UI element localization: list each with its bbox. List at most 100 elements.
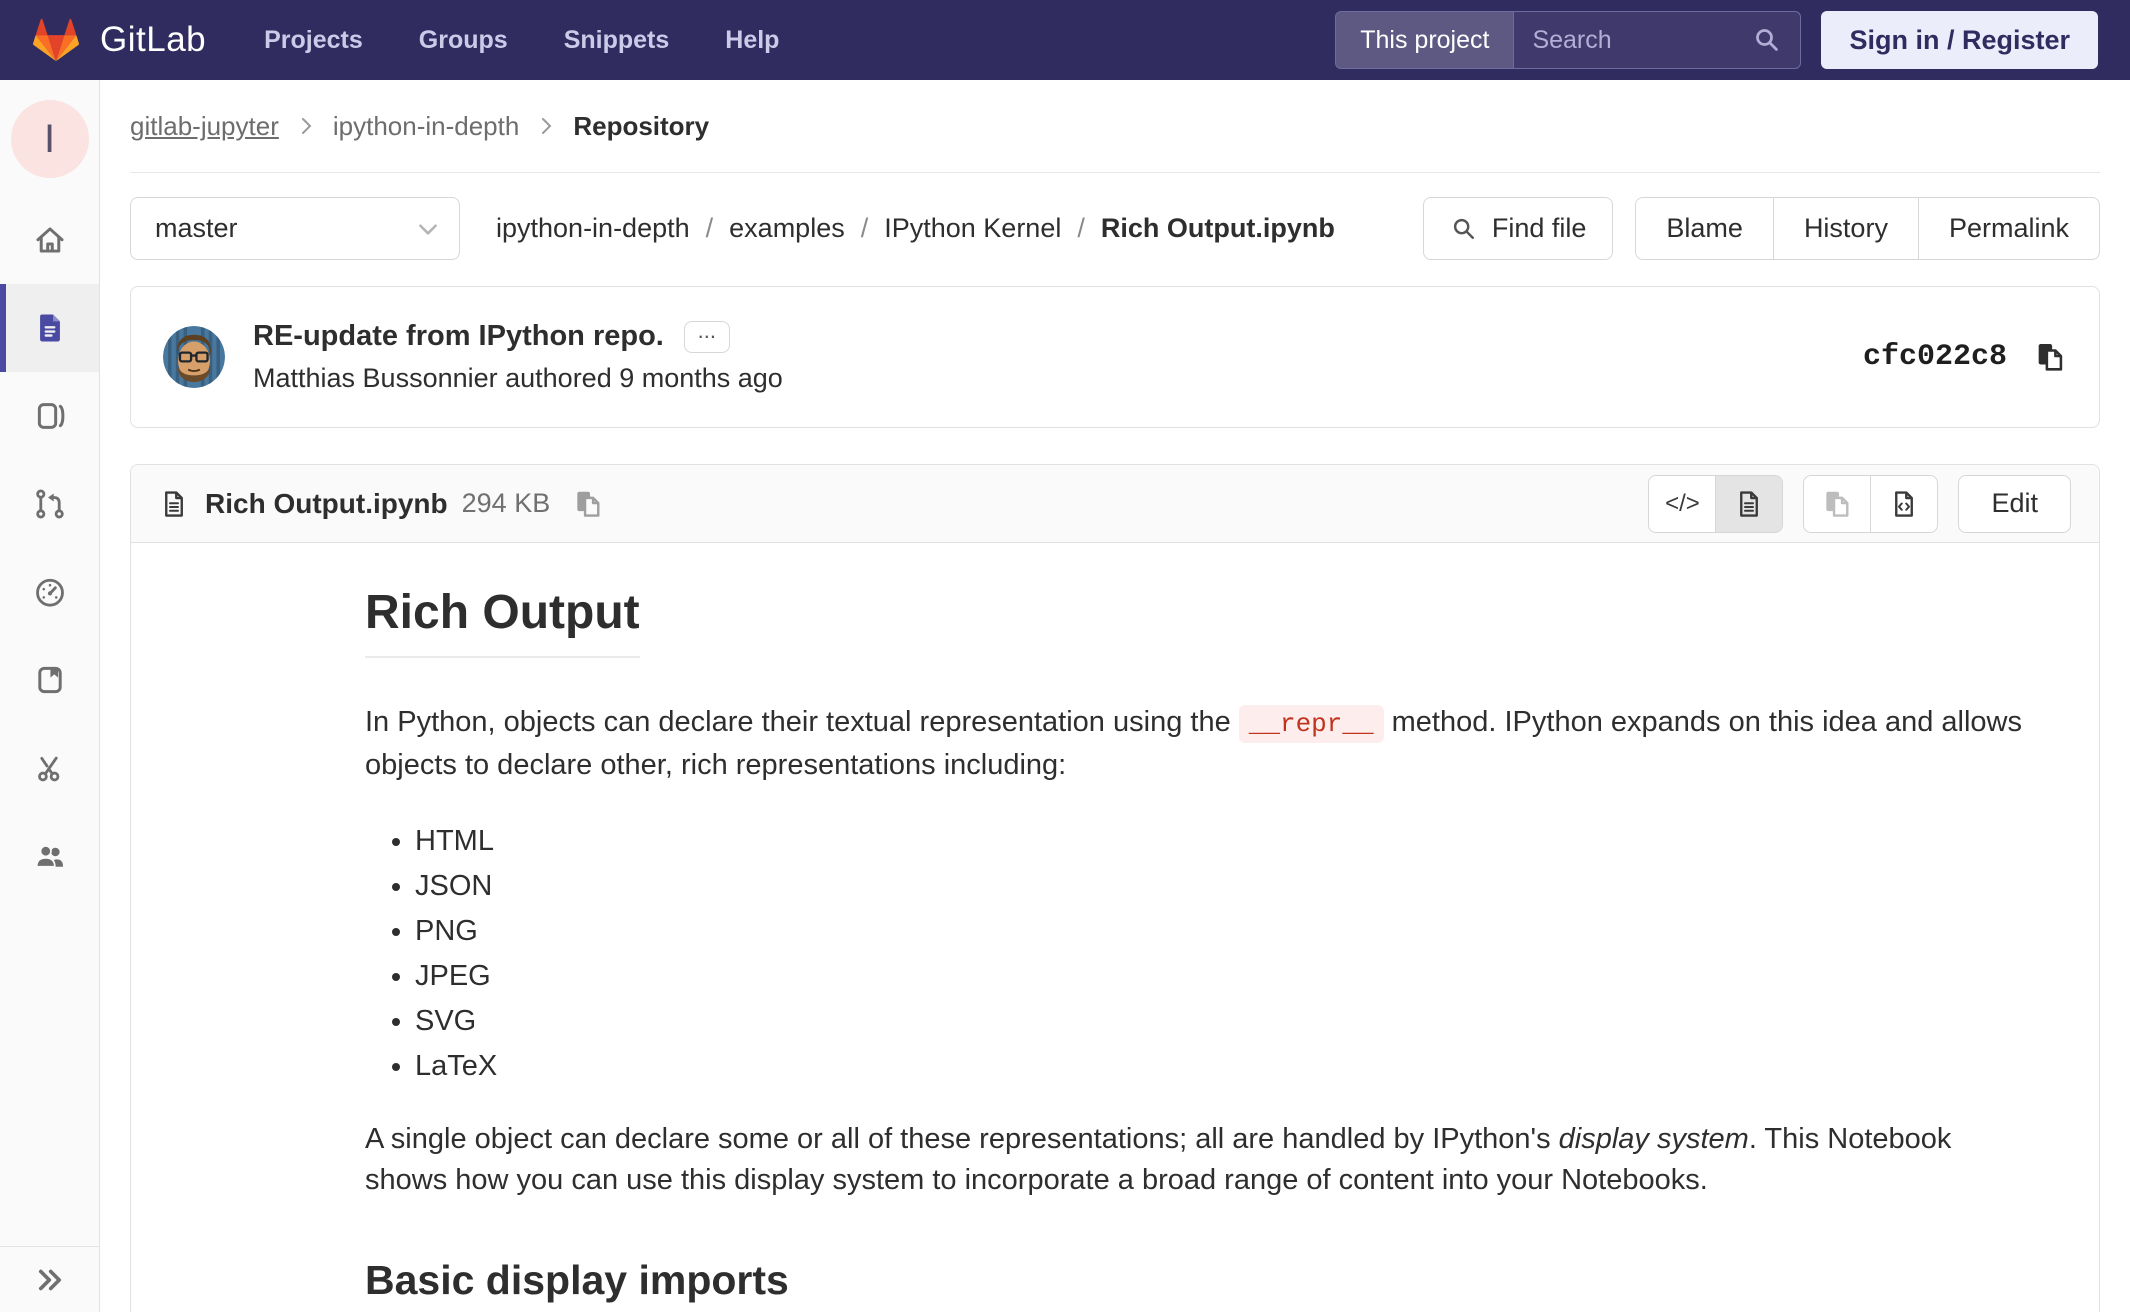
- double-chevron-right-icon: [33, 1263, 67, 1297]
- chevron-right-icon: [537, 113, 555, 139]
- brand-name: GitLab: [100, 20, 207, 59]
- file-path-breadcrumb: ipython-in-depth / examples / IPython Ke…: [496, 213, 1335, 244]
- sidebar-item-members[interactable]: [0, 812, 99, 900]
- chevron-right-icon: [297, 113, 315, 139]
- display-source-button[interactable]: </>: [1648, 474, 1717, 533]
- file-header-actions: </> Edit: [1648, 474, 2071, 533]
- history-button-group: Blame History Permalink: [1635, 197, 2100, 260]
- merge-request-icon: [33, 487, 67, 521]
- breadcrumb-section[interactable]: Repository: [573, 111, 709, 142]
- copy-icon: [2033, 340, 2067, 374]
- commit-sha-link[interactable]: cfc022c8: [1863, 340, 2007, 374]
- file-actions: Find file Blame History Permalink: [1422, 197, 2100, 260]
- copy-icon: [572, 488, 604, 520]
- copy-file-path-button[interactable]: [572, 488, 604, 520]
- branch-selector[interactable]: master: [130, 197, 460, 260]
- notebook-section-title: Basic display imports: [365, 1257, 789, 1312]
- nav-projects[interactable]: Projects: [264, 26, 363, 55]
- nav-snippets[interactable]: Snippets: [564, 26, 670, 55]
- file-icon: [33, 311, 67, 345]
- find-file-label: Find file: [1491, 213, 1587, 243]
- display-rendered-button[interactable]: [1715, 474, 1784, 533]
- list-item: HTML: [415, 824, 2039, 858]
- rendered-file-icon: [1734, 488, 1764, 520]
- emphasis-text: display system: [1558, 1123, 1749, 1155]
- sidebar-item-registry[interactable]: [0, 372, 99, 460]
- project-avatar[interactable]: I: [10, 100, 89, 178]
- file-name: Rich Output.ipynb: [205, 487, 448, 519]
- paragraph-text: In Python, objects can declare their tex…: [365, 706, 1239, 738]
- list-item: JPEG: [415, 959, 2039, 993]
- commit-meta-text: authored 9 months ago: [497, 363, 783, 393]
- commit-author-avatar[interactable]: [163, 326, 225, 388]
- sidebar-item-ci-cd[interactable]: [0, 636, 99, 724]
- path-separator: /: [1077, 213, 1085, 243]
- raw-file-icon: [1889, 488, 1919, 520]
- sidebar-item-project-overview[interactable]: [0, 196, 99, 284]
- breadcrumb: gitlab-jupyter ipython-in-depth Reposito…: [130, 80, 2100, 173]
- scissors-icon: [33, 751, 67, 785]
- blame-button[interactable]: Blame: [1635, 197, 1774, 260]
- file-navigation-row: master ipython-in-depth / examples / IPy…: [130, 197, 2100, 260]
- representation-list: HTML JSON PNG JPEG SVG LaTeX: [365, 824, 2039, 1083]
- tanuki-icon: [32, 17, 80, 63]
- history-button[interactable]: History: [1772, 197, 1919, 260]
- viewer-toggle-group: </>: [1648, 474, 1784, 533]
- permalink-button[interactable]: Permalink: [1917, 197, 2100, 260]
- search-bar: This project: [1335, 11, 1802, 69]
- path-separator: /: [860, 213, 869, 243]
- navbar-right: This project Sign in / Register: [1335, 11, 2098, 69]
- copy-sha-button[interactable]: [2033, 340, 2067, 374]
- path-segment-current-file[interactable]: Rich Output.ipynb: [1101, 213, 1335, 244]
- list-item: SVG: [415, 1004, 2039, 1038]
- gauge-icon: [33, 575, 67, 609]
- path-segment-ipython-kernel[interactable]: IPython Kernel: [884, 213, 1061, 244]
- sidebar-item-issues[interactable]: [0, 460, 99, 548]
- file-viewer-panel: Rich Output.ipynb 294 KB </> Edit Rich O…: [130, 464, 2100, 1312]
- document-icon: [159, 488, 189, 520]
- breadcrumb-project[interactable]: ipython-in-depth: [333, 111, 519, 142]
- commit-title-link[interactable]: RE-update from IPython repo.: [253, 320, 664, 353]
- members-icon: [33, 839, 67, 873]
- sidebar-item-snippets[interactable]: [0, 724, 99, 812]
- search-input[interactable]: [1514, 12, 1753, 68]
- inline-code-repr: __repr__: [1238, 705, 1384, 743]
- project-sidebar: I: [0, 80, 100, 1312]
- search-icon: [1752, 12, 1800, 68]
- notebook-title: Rich Output: [365, 585, 640, 658]
- copy-source-button[interactable]: [1803, 474, 1872, 533]
- notebook-rendered-content: Rich Output In Python, objects can decla…: [131, 543, 2099, 1312]
- sidebar-item-merge-requests[interactable]: [0, 548, 99, 636]
- commit-author-link[interactable]: Matthias Bussonnier: [253, 363, 498, 393]
- open-raw-button[interactable]: [1870, 474, 1939, 533]
- commit-sha-area: cfc022c8: [1863, 340, 2067, 374]
- search-scope-chip[interactable]: This project: [1336, 12, 1515, 68]
- home-icon: [33, 223, 67, 257]
- path-separator: /: [705, 213, 714, 243]
- search-icon: [1450, 215, 1478, 243]
- commit-meta: Matthias Bussonnier authored 9 months ag…: [253, 363, 783, 394]
- sign-in-register-button[interactable]: Sign in / Register: [1821, 11, 2098, 69]
- nav-help[interactable]: Help: [725, 26, 779, 55]
- file-header: Rich Output.ipynb 294 KB </> Edit: [131, 465, 2099, 543]
- branch-name: master: [155, 213, 238, 243]
- find-file-button[interactable]: Find file: [1422, 197, 1614, 260]
- list-item: LaTeX: [415, 1049, 2039, 1083]
- monitor-icon: [33, 399, 67, 433]
- book-icon: [33, 663, 67, 697]
- nav-groups[interactable]: Groups: [419, 26, 508, 55]
- gitlab-logo[interactable]: GitLab: [32, 17, 206, 63]
- path-segment-repo[interactable]: ipython-in-depth: [496, 213, 690, 244]
- commit-message-expander[interactable]: ...: [683, 319, 730, 353]
- file-size: 294 KB: [461, 488, 551, 518]
- breadcrumb-group[interactable]: gitlab-jupyter: [130, 111, 279, 142]
- path-segment-examples[interactable]: examples: [729, 213, 845, 244]
- sidebar-collapse-toggle[interactable]: [0, 1246, 99, 1312]
- edit-button[interactable]: Edit: [1958, 474, 2071, 533]
- sidebar-item-repository[interactable]: [0, 284, 99, 372]
- main-content: gitlab-jupyter ipython-in-depth Reposito…: [100, 80, 2130, 1312]
- copy-icon: [1821, 488, 1853, 520]
- notebook-paragraph-1: In Python, objects can declare their tex…: [365, 702, 2039, 786]
- list-item: PNG: [415, 914, 2039, 948]
- notebook-paragraph-2: A single object can declare some or all …: [365, 1119, 2039, 1201]
